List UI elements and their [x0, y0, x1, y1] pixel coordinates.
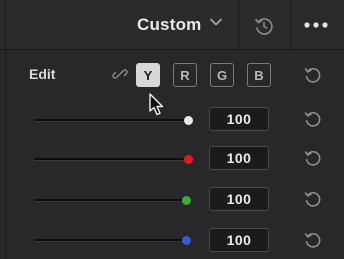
reset-icon[interactable] — [303, 109, 323, 129]
edit-reset-icon[interactable] — [303, 65, 323, 85]
channel-b-button[interactable]: B — [247, 63, 271, 87]
mode-dropdown[interactable]: Custom — [137, 0, 223, 49]
red-value-field[interactable]: 100 — [209, 146, 269, 170]
history-reset-icon[interactable] — [253, 15, 275, 37]
chevron-down-icon — [209, 15, 223, 34]
more-dots-icon — [303, 16, 329, 34]
reset-icon[interactable] — [303, 230, 323, 250]
slider-track[interactable] — [34, 239, 186, 242]
edit-label: Edit — [29, 66, 56, 82]
slider-handle-green[interactable] — [182, 196, 191, 205]
channel-g-button[interactable]: G — [210, 63, 234, 87]
blue-value-field[interactable]: 100 — [209, 228, 269, 252]
mode-dropdown-label: Custom — [137, 14, 202, 34]
header-divider — [5, 0, 6, 49]
mouse-pointer-icon — [148, 92, 168, 118]
slider-handle-blue[interactable] — [182, 236, 191, 245]
slider-track[interactable] — [34, 158, 186, 161]
slider-handle-white[interactable] — [184, 116, 193, 125]
panel-left-divider — [5, 50, 6, 259]
channel-r-button[interactable]: R — [173, 63, 197, 87]
more-options-button[interactable] — [294, 0, 338, 49]
header-divider — [238, 0, 239, 49]
panel-header: Custom — [0, 0, 344, 50]
custom-curves-panel: Custom Edit Y R G B 100 100 100 100 — [0, 0, 344, 259]
luma-value-field[interactable]: 100 — [209, 107, 269, 131]
slider-handle-red[interactable] — [184, 155, 193, 164]
header-divider — [290, 0, 291, 49]
slider-track[interactable] — [34, 119, 186, 122]
reset-icon[interactable] — [303, 148, 323, 168]
channel-y-button[interactable]: Y — [136, 63, 160, 87]
link-icon[interactable] — [112, 66, 128, 82]
reset-icon[interactable] — [303, 189, 323, 209]
slider-track[interactable] — [34, 199, 186, 202]
green-value-field[interactable]: 100 — [209, 187, 269, 211]
